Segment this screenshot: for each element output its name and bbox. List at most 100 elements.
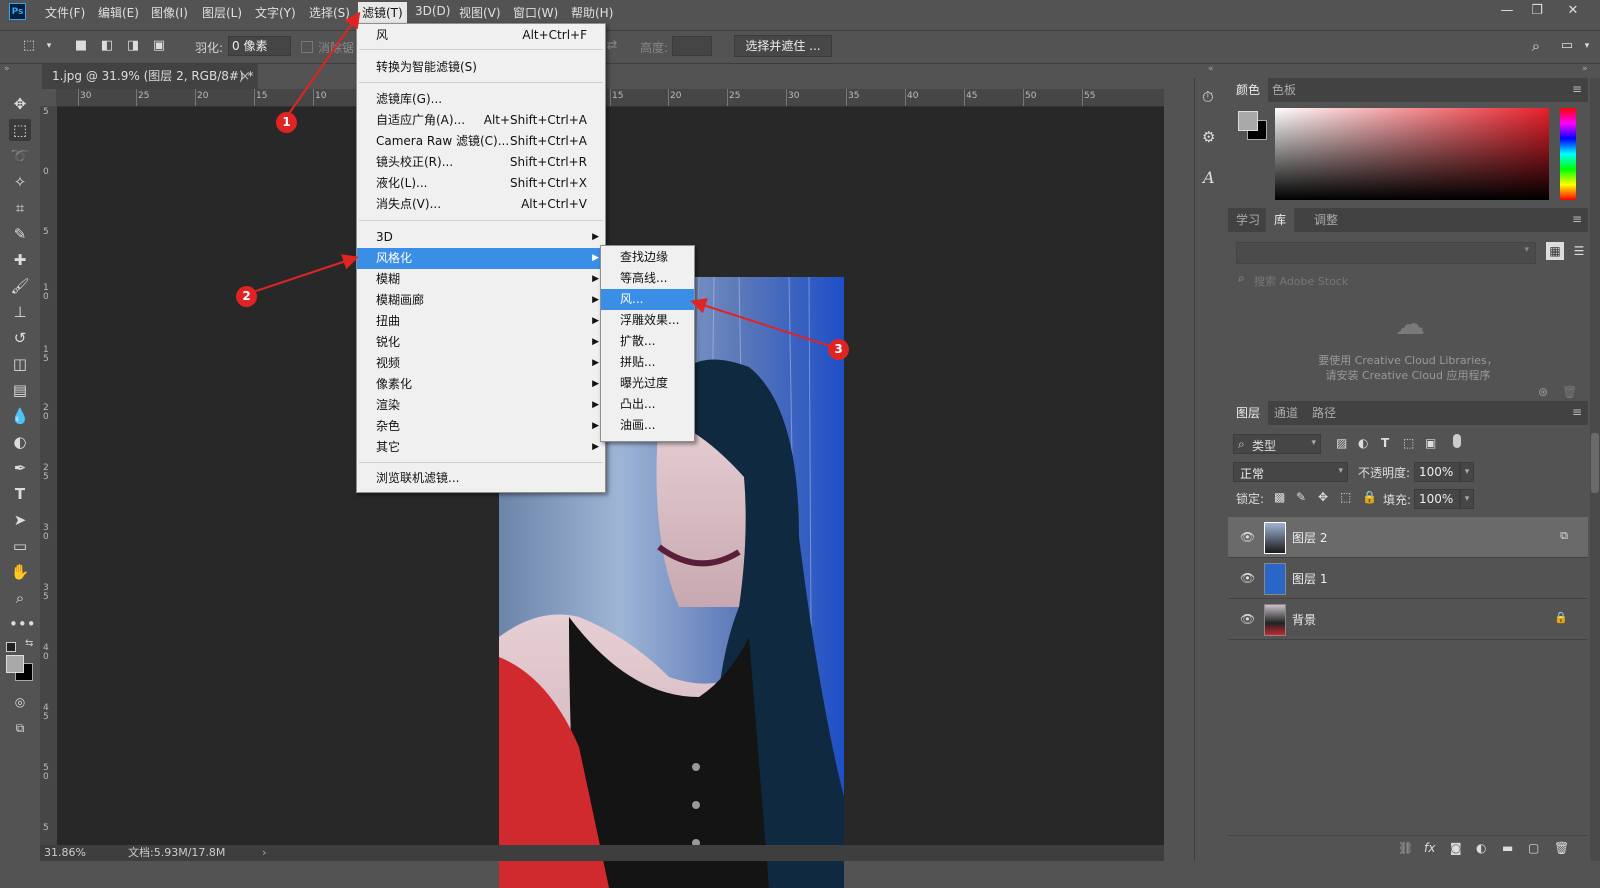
filter-item-liquify[interactable]: 液化(L)... Shift+Ctrl+X [357,173,605,194]
swap-colors-icon[interactable]: ⇆ [25,638,33,649]
subtract-selection-icon[interactable]: ◨ [124,38,142,54]
menu-window[interactable]: 窗口(W) [513,4,558,21]
list-view-icon[interactable]: ☰ [1570,242,1588,260]
library-select[interactable]: ▾ [1236,242,1536,264]
tab-channels[interactable]: 通道 [1266,401,1306,425]
menu-3d[interactable]: 3D(D) [415,4,450,18]
scrollbar-thumb[interactable] [1591,433,1599,493]
default-colors-icon[interactable] [6,642,16,652]
menu-file[interactable]: 文件(F) [45,4,85,21]
filter-shape-icon[interactable]: ⬚ [1403,436,1414,450]
healing-brush-tool-icon[interactable]: ✚ [9,249,31,271]
stylize-emboss[interactable]: 浮雕效果... [601,310,694,331]
blur-tool-icon[interactable]: 💧 [9,405,31,427]
collapse-dock-icon[interactable]: » [1582,64,1588,74]
layer-name[interactable]: 图层 1 [1292,570,1327,587]
fill-input[interactable]: 100% [1414,489,1460,509]
filter-item-smart-filter[interactable]: 转换为智能滤镜(S) [357,57,605,78]
lock-transparent-icon[interactable]: ▩ [1274,490,1285,504]
fx-icon[interactable]: fx [1424,841,1435,855]
tab-paths[interactable]: 路径 [1304,401,1344,425]
filter-item-gallery[interactable]: 滤镜库(G)... [357,89,605,110]
close-icon[interactable]: ✕ [1563,2,1583,20]
pen-tool-icon[interactable]: ✒ [9,457,31,479]
filter-item-vanishing-point[interactable]: 消失点(V)... Alt+Ctrl+V [357,194,605,215]
filter-item-lens-correction[interactable]: 镜头校正(R)... Shift+Ctrl+R [357,152,605,173]
color-field[interactable] [1275,108,1549,200]
filter-item-video[interactable]: 视频 ▶ [357,353,605,374]
filter-type-icon[interactable]: T [1381,436,1389,450]
layer-name[interactable]: 图层 2 [1292,529,1327,546]
filter-item-browse-online[interactable]: 浏览联机滤镜... [357,468,605,489]
stylize-extrude[interactable]: 凸出... [601,394,694,415]
tab-libraries[interactable]: 库 [1266,208,1295,232]
lock-artboard-icon[interactable]: ⬚ [1340,490,1351,504]
stylize-solarize[interactable]: 曝光过度 [601,373,694,394]
height-input[interactable] [672,36,712,56]
blend-mode-select[interactable]: 正常 ▾ [1233,462,1348,482]
menu-filter[interactable]: 滤镜(T) [358,2,407,23]
filter-toggle[interactable] [1453,434,1461,448]
stylize-trace-contour[interactable]: 等高线... [601,268,694,289]
lock-pixels-icon[interactable]: ✎ [1296,490,1306,504]
filter-item-noise[interactable]: 杂色 ▶ [357,416,605,437]
panel-menu-icon[interactable]: ≡ [1572,405,1582,419]
menu-select[interactable]: 选择(S) [309,4,350,21]
history-brush-tool-icon[interactable]: ↺ [9,327,31,349]
zoom-tool-icon[interactable]: ⌕ [9,587,31,609]
canvas-area[interactable] [57,107,1164,888]
fg-color-swatch[interactable] [1238,111,1258,131]
select-and-mask-button[interactable]: 选择并遮住 ... [734,35,832,57]
filter-item-render[interactable]: 渲染 ▶ [357,395,605,416]
hand-tool-icon[interactable]: ✋ [9,561,31,583]
properties-panel-icon[interactable]: ⚙ [1202,128,1215,146]
layer-row[interactable]: 👁 图层 2 ⧉ [1228,517,1588,558]
tab-learn[interactable]: 学习 [1228,208,1268,232]
layer-name[interactable]: 背景 [1292,611,1316,628]
filter-item-3d[interactable]: 3D ▶ [357,227,605,248]
hue-slider[interactable] [1560,108,1576,200]
lasso-tool-icon[interactable]: ➰ [9,145,31,167]
menu-image[interactable]: 图像(I) [151,4,188,21]
stylize-tiles[interactable]: 拼贴... [601,352,694,373]
path-selection-tool-icon[interactable]: ➤ [9,509,31,531]
opacity-dropdown-icon[interactable]: ▾ [1460,462,1474,482]
clone-stamp-tool-icon[interactable]: ⊥ [9,301,31,323]
gradient-tool-icon[interactable]: ▤ [9,379,31,401]
menu-edit[interactable]: 编辑(E) [98,4,139,21]
menu-type[interactable]: 文字(Y) [255,4,296,21]
marquee-tool-icon[interactable]: ⬚ [9,119,31,141]
character-panel-icon[interactable]: A [1203,168,1215,187]
filter-item-sharpen[interactable]: 锐化 ▶ [357,332,605,353]
filter-item-pixelate[interactable]: 像素化 ▶ [357,374,605,395]
filter-item-stylize[interactable]: 风格化 ▶ [357,248,605,269]
history-panel-icon[interactable]: ⏱ [1202,88,1214,106]
stylize-oil-paint[interactable]: 油画... [601,415,694,436]
eyedropper-tool-icon[interactable]: ✎ [9,223,31,245]
trash-icon[interactable]: 🗑 [1554,841,1569,855]
visibility-eye-icon[interactable]: 👁 [1240,530,1255,544]
stylize-wind[interactable]: 风... [601,289,694,310]
search-icon[interactable]: ⌕ [1527,38,1545,54]
add-selection-icon[interactable]: ◧ [98,38,116,54]
crop-tool-icon[interactable]: ⌗ [9,197,31,219]
fill-dropdown-icon[interactable]: ▾ [1460,489,1474,509]
eraser-tool-icon[interactable]: ◫ [9,353,31,375]
filter-item-camera-raw[interactable]: Camera Raw 滤镜(C)... Shift+Ctrl+A [357,131,605,152]
lock-position-icon[interactable]: ✥ [1318,490,1328,504]
stylize-diffuse[interactable]: 扩散... [601,331,694,352]
rectangle-tool-icon[interactable]: ▭ [9,535,31,557]
feather-input[interactable]: 0 像素 [228,36,291,56]
layer-row[interactable]: 👁 图层 1 [1228,558,1588,599]
lock-all-icon[interactable]: 🔒 [1362,490,1377,504]
magic-wand-tool-icon[interactable]: ✧ [9,171,31,193]
restore-icon[interactable]: ❐ [1527,2,1547,20]
visibility-eye-icon[interactable]: 👁 [1240,571,1255,585]
link-icon[interactable]: ⛓ [1398,841,1413,855]
screen-mode-icon[interactable]: ⧉ [9,717,31,739]
more-tools-icon[interactable]: ••• [9,613,36,635]
menu-layer[interactable]: 图层(L) [202,4,242,21]
panel-menu-icon[interactable]: ≡ [1572,212,1582,226]
document-tab[interactable]: 1.jpg @ 31.9% (图层 2, RGB/8#) * × [42,64,258,89]
marquee-preset-icon[interactable]: ⬚ [20,38,38,54]
